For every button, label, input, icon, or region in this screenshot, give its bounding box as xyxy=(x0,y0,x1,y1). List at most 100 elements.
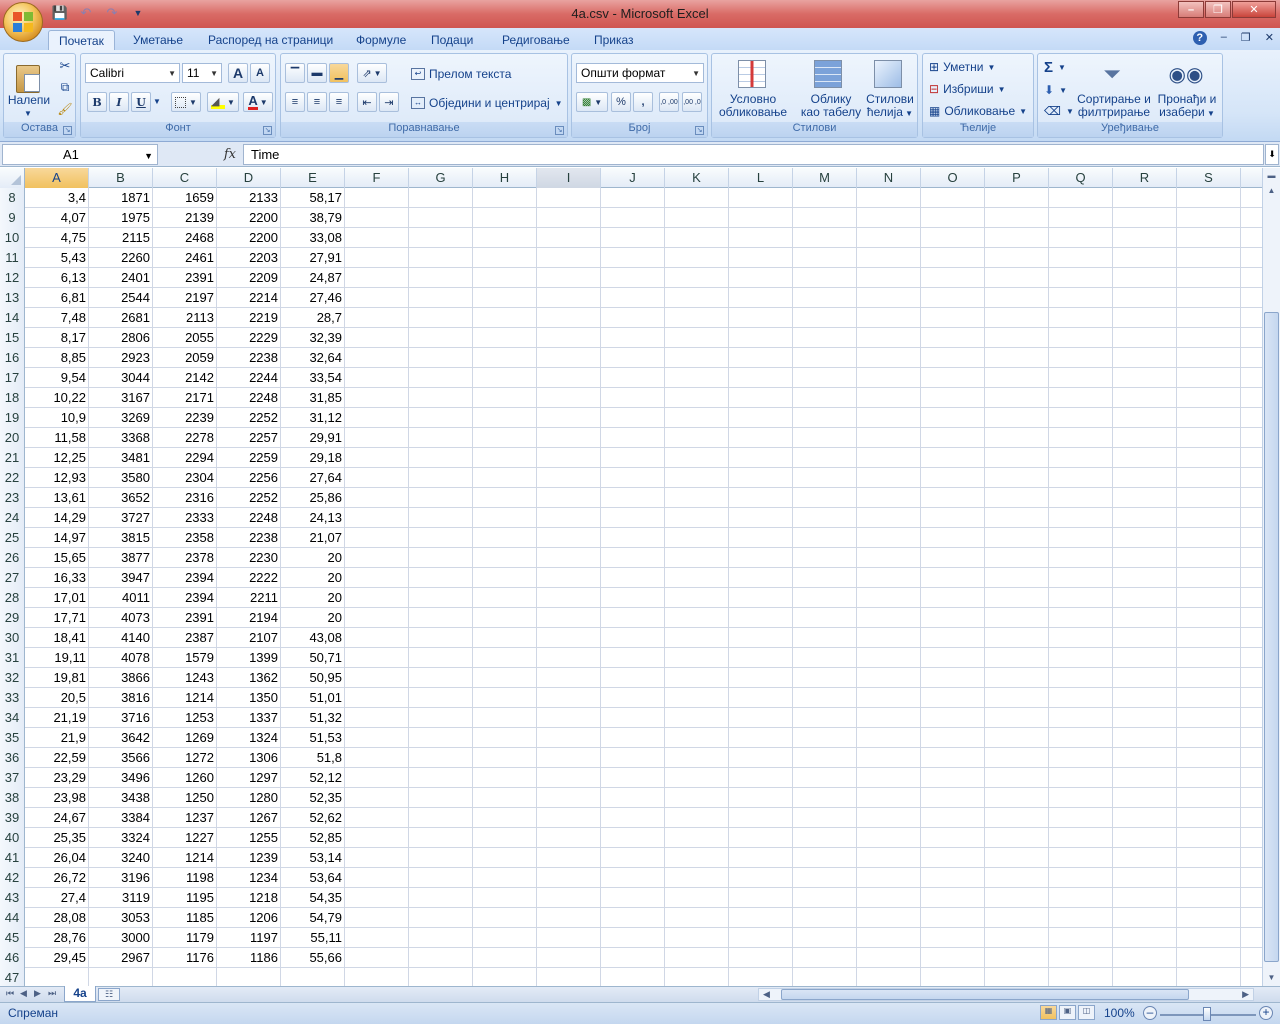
cell[interactable]: 4078 xyxy=(89,648,153,668)
row-header[interactable]: 11 xyxy=(0,248,25,268)
cell[interactable] xyxy=(409,348,473,368)
cell[interactable] xyxy=(473,728,537,748)
cell[interactable]: 14,97 xyxy=(25,528,89,548)
row-header[interactable]: 44 xyxy=(0,908,25,928)
cell[interactable] xyxy=(537,628,601,648)
cell[interactable]: 3044 xyxy=(89,368,153,388)
cell[interactable] xyxy=(729,268,793,288)
row-header[interactable]: 35 xyxy=(0,728,25,748)
cell[interactable] xyxy=(921,308,985,328)
cell[interactable] xyxy=(1113,828,1177,848)
cell[interactable] xyxy=(793,408,857,428)
cell[interactable] xyxy=(537,728,601,748)
cell[interactable] xyxy=(1049,528,1113,548)
cell[interactable] xyxy=(729,948,793,968)
cell[interactable] xyxy=(345,308,409,328)
cell[interactable] xyxy=(729,728,793,748)
fill-color-button[interactable]: ◢ ▼ xyxy=(207,92,239,112)
cell[interactable] xyxy=(409,808,473,828)
cell[interactable] xyxy=(665,888,729,908)
cell[interactable]: 2391 xyxy=(153,608,217,628)
cell[interactable]: 13,61 xyxy=(25,488,89,508)
cell[interactable]: 38,79 xyxy=(281,208,345,228)
cell[interactable]: 2139 xyxy=(153,208,217,228)
cell[interactable]: 50,95 xyxy=(281,668,345,688)
cell[interactable] xyxy=(601,428,665,448)
cell[interactable] xyxy=(345,708,409,728)
split-box-icon[interactable]: ▬ xyxy=(1264,169,1279,183)
cell[interactable]: 2257 xyxy=(217,428,281,448)
cell[interactable] xyxy=(473,428,537,448)
cell[interactable] xyxy=(601,308,665,328)
cell[interactable] xyxy=(665,908,729,928)
cell[interactable]: 17,71 xyxy=(25,608,89,628)
cell[interactable] xyxy=(409,688,473,708)
cell[interactable] xyxy=(473,488,537,508)
cell[interactable] xyxy=(793,828,857,848)
office-button[interactable] xyxy=(3,2,43,42)
scroll-up-icon[interactable]: ▲ xyxy=(1264,184,1279,198)
cell[interactable] xyxy=(345,588,409,608)
cell[interactable] xyxy=(729,428,793,448)
column-header-a[interactable]: A xyxy=(25,168,89,188)
select-all-button[interactable] xyxy=(0,168,25,188)
cell[interactable] xyxy=(857,348,921,368)
cell[interactable] xyxy=(1177,688,1241,708)
cell[interactable] xyxy=(473,968,537,986)
cell[interactable] xyxy=(601,828,665,848)
row-header[interactable]: 18 xyxy=(0,388,25,408)
cell[interactable]: 19,81 xyxy=(25,668,89,688)
cell[interactable]: 11,58 xyxy=(25,428,89,448)
cell[interactable]: 4,75 xyxy=(25,228,89,248)
cell[interactable] xyxy=(409,788,473,808)
cell[interactable] xyxy=(537,528,601,548)
cell[interactable] xyxy=(473,548,537,568)
cell[interactable] xyxy=(729,748,793,768)
cell[interactable] xyxy=(1049,768,1113,788)
cell[interactable] xyxy=(345,188,409,208)
vertical-scrollbar[interactable]: ▬ ▲ ▼ xyxy=(1262,168,1280,986)
cell[interactable]: 2219 xyxy=(217,308,281,328)
cell[interactable] xyxy=(345,828,409,848)
cell[interactable] xyxy=(921,508,985,528)
cell[interactable]: 17,01 xyxy=(25,588,89,608)
font-name-combo[interactable]: Calibri ▼ xyxy=(85,63,180,83)
cell[interactable] xyxy=(921,868,985,888)
cell[interactable] xyxy=(601,688,665,708)
cell[interactable]: 52,85 xyxy=(281,828,345,848)
cell[interactable]: 10,9 xyxy=(25,408,89,428)
cell[interactable] xyxy=(345,628,409,648)
cell[interactable] xyxy=(921,668,985,688)
cell[interactable] xyxy=(985,288,1049,308)
row-header[interactable]: 8 xyxy=(0,188,25,208)
cell[interactable] xyxy=(473,348,537,368)
paste-dropdown-icon[interactable]: ▼ xyxy=(24,107,32,120)
cell[interactable] xyxy=(409,288,473,308)
cell[interactable]: 29,45 xyxy=(25,948,89,968)
cell[interactable] xyxy=(665,928,729,948)
cell[interactable] xyxy=(1049,908,1113,928)
cell[interactable] xyxy=(921,248,985,268)
cell[interactable]: 4140 xyxy=(89,628,153,648)
cell[interactable]: 20,5 xyxy=(25,688,89,708)
cell[interactable] xyxy=(985,808,1049,828)
cell[interactable] xyxy=(1177,948,1241,968)
cell[interactable] xyxy=(665,828,729,848)
cell[interactable] xyxy=(409,428,473,448)
cell[interactable] xyxy=(1177,448,1241,468)
cell[interactable] xyxy=(1113,968,1177,986)
cell[interactable] xyxy=(985,948,1049,968)
row-header[interactable]: 15 xyxy=(0,328,25,348)
cell[interactable]: 3866 xyxy=(89,668,153,688)
cell[interactable]: 2461 xyxy=(153,248,217,268)
cell[interactable] xyxy=(793,508,857,528)
column-header-l[interactable]: L xyxy=(729,168,793,188)
row-header[interactable]: 46 xyxy=(0,948,25,968)
cell[interactable] xyxy=(537,768,601,788)
cell[interactable] xyxy=(793,648,857,668)
column-header-b[interactable]: B xyxy=(89,168,153,188)
cell[interactable] xyxy=(1113,388,1177,408)
cell[interactable] xyxy=(537,828,601,848)
cell[interactable]: 8,85 xyxy=(25,348,89,368)
cell[interactable]: 2248 xyxy=(217,508,281,528)
